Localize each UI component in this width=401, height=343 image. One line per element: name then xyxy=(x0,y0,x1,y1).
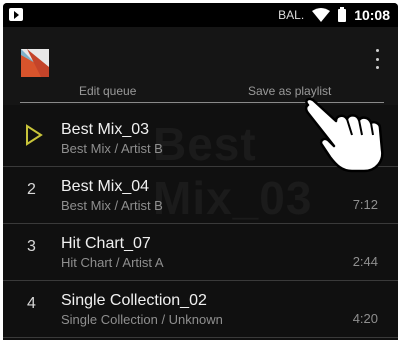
track-subtitle: Single Collection / Unknown xyxy=(61,312,223,327)
battery-icon xyxy=(338,6,347,22)
track-duration: 2:44 xyxy=(352,254,378,269)
track-number: 2 xyxy=(27,181,36,198)
album-art-icon[interactable] xyxy=(21,49,49,77)
app-bar xyxy=(3,27,398,79)
track-number: 4 xyxy=(27,295,36,312)
track-duration: 4:20 xyxy=(352,311,378,326)
track-subtitle: Hit Chart / Artist A xyxy=(61,255,164,270)
status-bar: BAL. 10:08 xyxy=(3,3,398,27)
queue-row-2[interactable]: 2 Best Mix_04 Best Mix / Artist B 7:12 xyxy=(3,167,398,224)
track-subtitle: Best Mix / Artist B xyxy=(61,198,163,213)
status-right: BAL. 10:08 xyxy=(278,6,390,23)
more-vert-icon[interactable] xyxy=(374,49,380,69)
wifi-icon xyxy=(312,8,331,22)
queue-row-3[interactable]: 3 Hit Chart_07 Hit Chart / Artist A 2:44 xyxy=(3,224,398,281)
track-title: Best Mix_03 xyxy=(61,121,150,138)
track-title: Best Mix_04 xyxy=(61,178,150,195)
track-number: 3 xyxy=(27,238,36,255)
track-duration: 7:12 xyxy=(352,197,378,212)
track-title: Hit Chart_07 xyxy=(61,235,151,252)
edit-queue-button[interactable]: Edit queue xyxy=(79,84,136,98)
track-title: Single Collection_02 xyxy=(61,292,207,309)
track-subtitle: Best Mix / Artist B xyxy=(61,141,163,156)
queue-row-4[interactable]: 4 Single Collection_02 Single Collection… xyxy=(3,281,398,338)
app-notification-icon xyxy=(9,8,23,21)
clock: 10:08 xyxy=(354,7,390,23)
tap-gesture-hand-icon xyxy=(304,97,384,173)
now-playing-icon xyxy=(26,124,43,146)
carrier-label: BAL. xyxy=(278,8,305,22)
